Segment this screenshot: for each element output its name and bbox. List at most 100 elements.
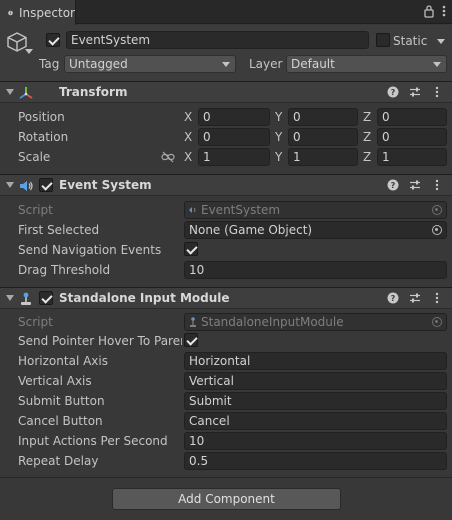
cancel-button-label: Cancel Button — [18, 414, 103, 428]
rotation-label: Rotation — [18, 130, 69, 144]
position-y-label[interactable]: Y — [275, 109, 282, 125]
tab-title: Inspector — [19, 5, 75, 20]
position-z-field[interactable]: 0 — [377, 108, 447, 126]
more-menu-icon[interactable] — [442, 4, 446, 18]
sim-script-value: StandaloneInputModule — [201, 315, 344, 329]
static-dropdown-arrow-icon[interactable] — [437, 39, 445, 44]
pointer-hover-checkbox[interactable] — [184, 333, 198, 347]
tag-value: Untagged — [69, 57, 128, 71]
more-menu-icon[interactable] — [430, 84, 444, 100]
scale-y-field[interactable]: 1 — [288, 148, 358, 166]
info-icon — [8, 10, 13, 15]
foldout-arrow-icon[interactable] — [6, 182, 14, 188]
more-menu-icon[interactable] — [430, 290, 444, 306]
scale-z-label[interactable]: Z — [363, 149, 371, 165]
event-system-header[interactable]: Event System ? — [0, 174, 452, 196]
chevron-down-icon — [433, 62, 441, 67]
submit-button-field[interactable]: Submit — [184, 392, 447, 410]
position-x-field[interactable]: 0 — [198, 108, 270, 126]
lock-icon[interactable] — [424, 4, 434, 18]
help-icon[interactable]: ? — [386, 84, 400, 100]
drag-threshold-label: Drag Threshold — [18, 263, 111, 277]
repeat-delay-field[interactable]: 0.5 — [184, 452, 447, 470]
tab-inspector[interactable]: Inspector — [0, 0, 76, 25]
es-script-value: EventSystem — [201, 203, 281, 217]
first-selected-value: None (Game Object) — [189, 223, 313, 237]
transform-axes-icon — [19, 87, 33, 99]
presets-sliders-icon[interactable] — [408, 290, 422, 306]
scale-x-label[interactable]: X — [184, 149, 192, 165]
object-name-field[interactable]: EventSystem — [66, 31, 369, 49]
position-y-field[interactable]: 0 — [288, 108, 358, 126]
event-system-speaker-icon — [20, 181, 33, 191]
horizontal-axis-label: Horizontal Axis — [18, 354, 108, 368]
rotation-y-label[interactable]: Y — [275, 129, 282, 145]
more-menu-icon[interactable] — [430, 177, 444, 193]
position-x-label[interactable]: X — [184, 109, 192, 125]
horizontal-axis-field[interactable]: Horizontal — [184, 352, 447, 370]
constrain-proportions-link-icon[interactable] — [161, 151, 175, 163]
active-checkbox[interactable] — [46, 33, 60, 47]
object-header: EventSystem Static Tag Untagged Layer De… — [0, 25, 452, 83]
help-icon[interactable]: ? — [386, 290, 400, 306]
object-picker-icon — [432, 205, 442, 215]
send-nav-checkbox[interactable] — [184, 242, 198, 256]
icon-dropdown-arrow-icon[interactable] — [25, 49, 33, 54]
position-z-label[interactable]: Z — [363, 109, 371, 125]
scale-z-field[interactable]: 1 — [377, 148, 447, 166]
es-script-field: EventSystem — [184, 201, 447, 219]
add-component-button[interactable]: Add Component — [112, 488, 341, 510]
chevron-down-icon — [222, 62, 230, 67]
cancel-button-field[interactable]: Cancel — [184, 412, 447, 430]
svg-text:?: ? — [391, 294, 396, 303]
static-checkbox[interactable] — [376, 33, 390, 47]
layer-value: Default — [291, 57, 335, 71]
scale-y-label[interactable]: Y — [275, 149, 282, 165]
rotation-x-field[interactable]: 0 — [198, 128, 270, 146]
object-picker-icon — [432, 317, 442, 327]
object-picker-icon[interactable] — [432, 225, 442, 235]
repeat-delay-label: Repeat Delay — [18, 454, 99, 468]
layer-dropdown[interactable]: Default — [286, 55, 447, 73]
position-label: Position — [18, 110, 65, 124]
scale-label: Scale — [18, 150, 51, 164]
presets-sliders-icon[interactable] — [408, 84, 422, 100]
tag-dropdown[interactable]: Untagged — [64, 55, 236, 73]
es-script-label: Script — [18, 203, 53, 217]
input-module-enabled-checkbox[interactable] — [39, 291, 53, 305]
submit-button-label: Submit Button — [18, 394, 105, 408]
sim-script-label: Script — [18, 315, 53, 329]
foldout-arrow-icon[interactable] — [6, 89, 14, 95]
svg-text:?: ? — [391, 88, 396, 97]
event-system-enabled-checkbox[interactable] — [39, 178, 53, 192]
input-actions-field[interactable]: 10 — [184, 432, 447, 450]
first-selected-label: First Selected — [18, 223, 100, 237]
rotation-y-field[interactable]: 0 — [288, 128, 358, 146]
layer-label: Layer — [249, 57, 283, 71]
static-label: Static — [393, 34, 428, 48]
rotation-z-label[interactable]: Z — [363, 129, 371, 145]
script-file-icon — [190, 317, 196, 327]
foldout-arrow-icon[interactable] — [6, 295, 14, 301]
rotation-z-field[interactable]: 0 — [377, 128, 447, 146]
vertical-axis-field[interactable]: Vertical — [184, 372, 447, 390]
input-module-header[interactable]: Standalone Input Module ? — [0, 287, 452, 309]
input-module-joystick-icon — [21, 292, 31, 305]
drag-threshold-field[interactable]: 10 — [184, 261, 447, 279]
scale-x-field[interactable]: 1 — [198, 148, 270, 166]
tag-label: Tag — [39, 57, 60, 71]
vertical-axis-label: Vertical Axis — [18, 374, 92, 388]
first-selected-field[interactable]: None (Game Object) — [184, 221, 447, 239]
tab-bar: Inspector — [0, 0, 452, 25]
input-actions-label: Input Actions Per Second — [18, 434, 168, 448]
transform-title: Transform — [59, 85, 128, 99]
transform-header[interactable]: Transform ? — [0, 81, 452, 103]
event-system-title: Event System — [59, 178, 152, 192]
rotation-x-label[interactable]: X — [184, 129, 192, 145]
presets-sliders-icon[interactable] — [408, 177, 422, 193]
svg-text:?: ? — [391, 181, 396, 190]
inspector-footer: Add Component — [0, 477, 452, 520]
send-nav-label: Send Navigation Events — [18, 243, 162, 257]
script-file-icon — [189, 207, 196, 213]
help-icon[interactable]: ? — [386, 177, 400, 193]
